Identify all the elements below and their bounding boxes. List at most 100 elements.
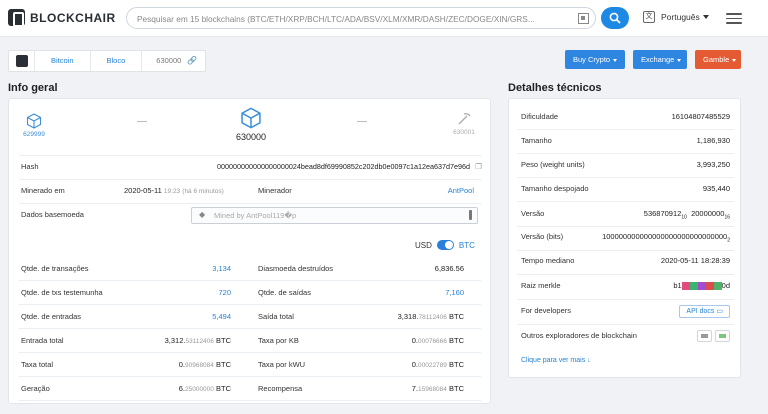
previous-block-number: 629999 bbox=[23, 131, 45, 138]
coinbase-label: Dados basemoeda bbox=[21, 210, 84, 219]
language-selector[interactable]: 文 Português bbox=[643, 11, 709, 23]
tech-row-label: Peso (weight units) bbox=[521, 160, 585, 169]
info-row-label: Qtde. de transações bbox=[21, 264, 89, 273]
info-row-label: Geração bbox=[21, 384, 50, 393]
info-row: Recompensa 7.15968084 BTC bbox=[246, 379, 482, 399]
api-docs-button[interactable]: API docs ▭ bbox=[679, 305, 730, 318]
search-button[interactable] bbox=[601, 7, 629, 29]
currency-switch[interactable] bbox=[436, 240, 454, 250]
row-divider bbox=[19, 352, 481, 353]
breadcrumb-bitcoin[interactable]: Bitcoin bbox=[35, 51, 91, 71]
technical-details-title: Detalhes técnicos bbox=[508, 82, 602, 94]
blockchair-logo[interactable]: BLOCKCHAIR bbox=[8, 9, 116, 27]
info-row: Saída total 3,318.78112406 BTC bbox=[246, 307, 482, 327]
tech-row: Peso (weight units) 3,993,250 bbox=[509, 155, 742, 175]
miner-label: Minerador bbox=[258, 186, 292, 195]
median-time-label: Tempo mediano bbox=[521, 256, 575, 265]
info-row-value: 0.00076666 BTC bbox=[411, 336, 464, 345]
scroll-handle[interactable] bbox=[469, 210, 472, 220]
tech-row-label: Dificuldade bbox=[521, 112, 559, 121]
search-bar bbox=[126, 7, 596, 29]
search-icon bbox=[609, 12, 621, 24]
gamble-button[interactable]: Gamble bbox=[695, 50, 741, 69]
code-icon: ◆ bbox=[199, 210, 206, 219]
tech-row-label: Tamanho bbox=[521, 136, 552, 145]
info-row-label: Diasmoeda destruídos bbox=[258, 264, 334, 273]
version-bits-row: Versão (bits) 10000000000000000000000000… bbox=[509, 227, 742, 247]
version-bits-value: 1000000000000000000000000000002 bbox=[602, 232, 730, 244]
merkle-color-bar bbox=[681, 282, 722, 291]
show-more-link[interactable]: Clique para ver mais ↓ bbox=[521, 357, 591, 364]
merkle-root-row: Raiz merkle b1 0d bbox=[509, 276, 742, 296]
coinbase-data-field[interactable]: ◆ Mined by AntPool119�p bbox=[191, 207, 478, 224]
search-input[interactable] bbox=[137, 12, 567, 25]
row-divider bbox=[517, 153, 734, 154]
developers-label: For developers bbox=[521, 306, 572, 315]
previous-block-link[interactable]: 629999 bbox=[21, 113, 47, 138]
info-row-label: Taxa total bbox=[21, 360, 54, 369]
merkle-root-value: b1 0d bbox=[673, 281, 730, 291]
separator bbox=[357, 121, 367, 122]
tech-row-value: 935,440 bbox=[702, 184, 730, 193]
info-row-value[interactable]: 720 bbox=[218, 283, 231, 303]
info-row: Taxa total 0.90968084 BTC bbox=[9, 355, 245, 375]
info-row: Taxa por KB 0.00076666 BTC bbox=[246, 331, 482, 351]
info-row: Qtde. de transações 3,134 bbox=[9, 259, 245, 279]
info-row-value: 3,318.78112406 BTC bbox=[397, 312, 464, 321]
row-divider bbox=[19, 376, 481, 377]
info-row-value: 6,836.56 bbox=[434, 264, 464, 273]
median-time-row: Tempo mediano 2020-05-11 18:28:39 bbox=[509, 251, 742, 271]
info-row-label: Saída total bbox=[258, 312, 294, 321]
next-block-link[interactable]: 630001 bbox=[451, 111, 477, 136]
info-row-label: Taxa por KB bbox=[258, 336, 299, 345]
language-label: Português bbox=[661, 12, 700, 22]
next-block-number: 630001 bbox=[453, 129, 475, 136]
cube-icon bbox=[26, 113, 42, 129]
cube-icon bbox=[241, 107, 261, 129]
breadcrumb-block[interactable]: Bloco bbox=[91, 51, 143, 71]
block-hash: 000000000000000000024bead8df69990852c202… bbox=[216, 162, 470, 171]
version-row: Versão 53687091210 2000000016 bbox=[509, 204, 742, 224]
info-row-label: Recompensa bbox=[258, 384, 303, 393]
current-block: 630000 bbox=[229, 107, 273, 142]
brand-name: BLOCKCHAIR bbox=[30, 10, 116, 25]
info-row-value: 0.00022789 BTC bbox=[411, 360, 464, 369]
tech-row: Tamanho 1,186,930 bbox=[509, 131, 742, 151]
info-row-value[interactable]: 5,494 bbox=[212, 307, 231, 327]
explorer-button[interactable] bbox=[715, 330, 730, 342]
version-bits-label: Versão (bits) bbox=[521, 232, 564, 241]
hash-label: Hash bbox=[21, 162, 39, 171]
qr-scan-icon[interactable] bbox=[578, 13, 589, 24]
miner-link[interactable]: AntPool bbox=[448, 181, 474, 201]
tech-row: Dificuldade 16104807485529 bbox=[509, 107, 742, 127]
info-row-value[interactable]: 3,134 bbox=[212, 259, 231, 279]
hamburger-menu-icon[interactable] bbox=[726, 13, 742, 24]
general-info-card: 629999 630000 630001 Hash 00000000000000… bbox=[8, 98, 491, 404]
breadcrumb: Bitcoin Bloco 630000 🔗 bbox=[8, 50, 207, 72]
row-divider bbox=[19, 304, 481, 305]
explorers-label: Outros exploradores de blockchain bbox=[521, 331, 637, 340]
breadcrumb-current: 630000 🔗 bbox=[142, 51, 205, 71]
coinbase-data-value: Mined by AntPool119�p bbox=[214, 211, 297, 220]
copy-icon[interactable]: ❐ bbox=[475, 157, 482, 177]
breadcrumb-home[interactable] bbox=[9, 51, 35, 71]
currency-toggle[interactable]: USD BTC bbox=[415, 239, 475, 251]
explorer-button[interactable] bbox=[697, 330, 712, 342]
info-row: Qtde. de saídas 7,160 bbox=[246, 283, 482, 303]
info-row-value: 7.15968084 BTC bbox=[411, 384, 464, 393]
info-row-value[interactable]: 7,160 bbox=[445, 283, 464, 303]
exchange-button[interactable]: Exchange bbox=[633, 50, 687, 69]
row-divider bbox=[517, 201, 734, 202]
tech-row-value: 3,993,250 bbox=[696, 160, 730, 169]
buy-crypto-button[interactable]: Buy Crypto bbox=[565, 50, 625, 69]
merkle-root-label: Raiz merkle bbox=[521, 281, 561, 290]
info-row: Geração 6.25000000 BTC bbox=[9, 379, 245, 399]
info-row-label: Qtde. de saídas bbox=[258, 288, 311, 297]
version-value: 53687091210 2000000016 bbox=[643, 209, 730, 221]
info-row: Qtde. de txs testemunha 720 bbox=[9, 283, 245, 303]
link-icon[interactable]: 🔗 bbox=[187, 51, 197, 71]
info-row: Diasmoeda destruídos 6,836.56 bbox=[246, 259, 482, 279]
info-row-label: Qtde. de txs testemunha bbox=[21, 288, 103, 297]
info-row-label: Entrada total bbox=[21, 336, 64, 345]
info-row-value: 6.25000000 BTC bbox=[178, 384, 231, 393]
